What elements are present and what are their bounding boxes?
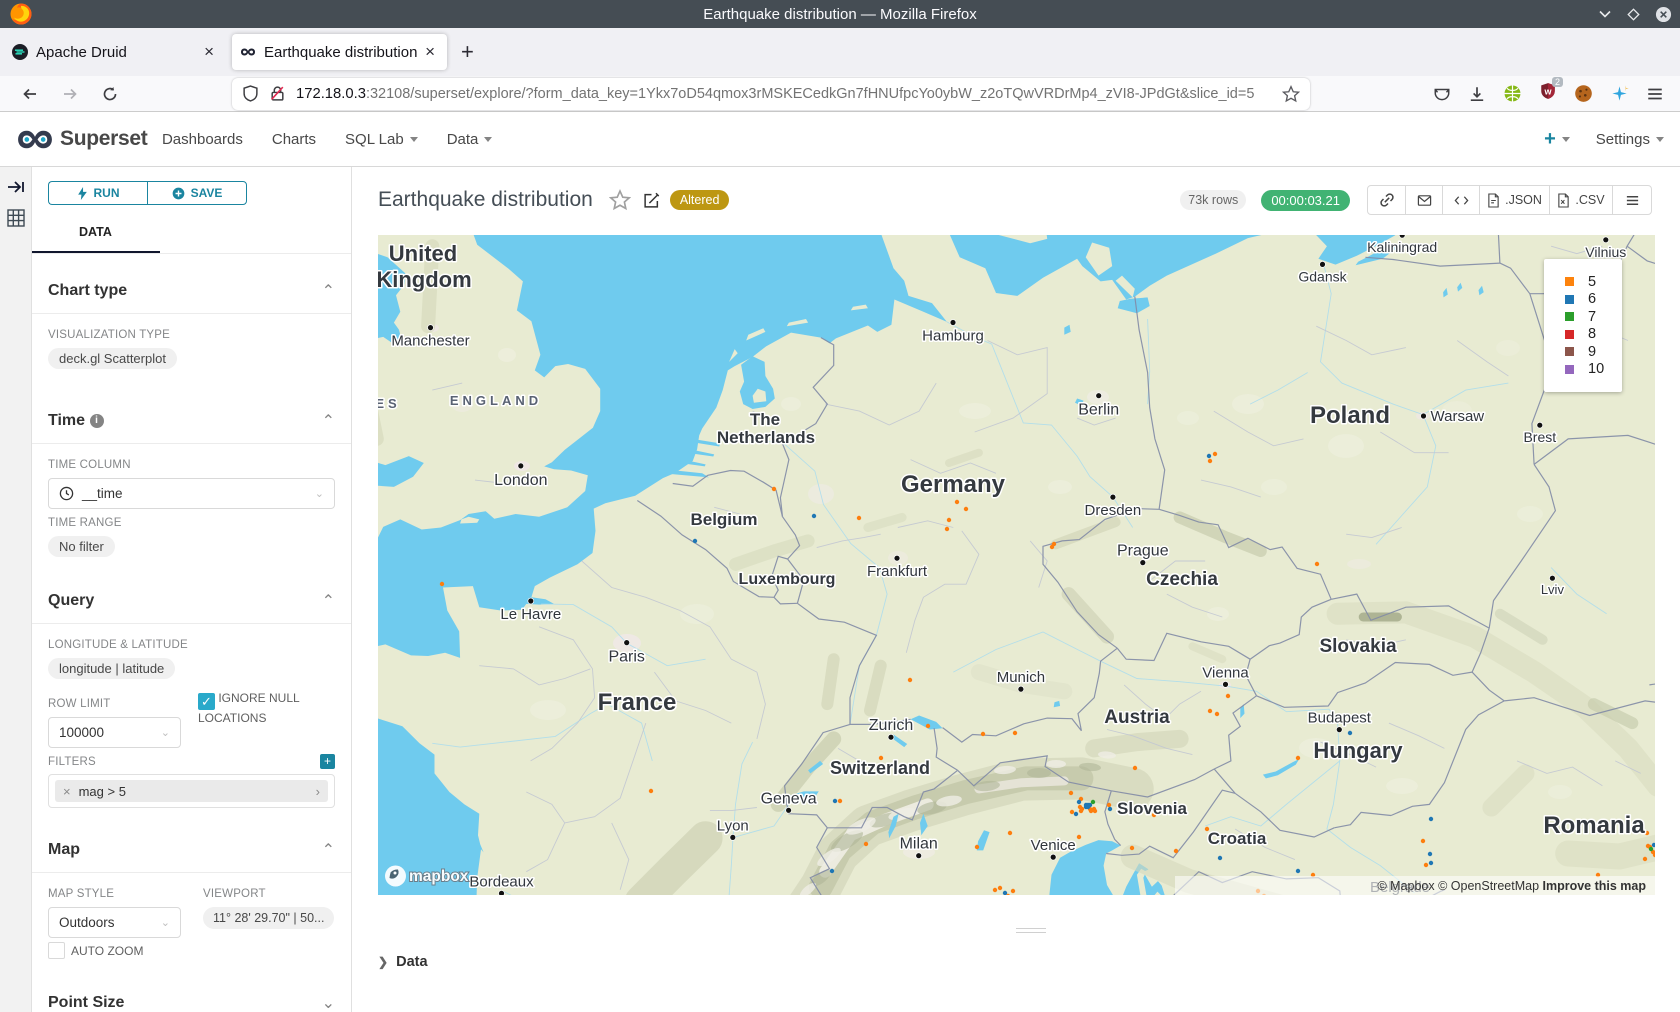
svg-text:Geneva: Geneva <box>761 790 817 807</box>
svg-text:Kaliningrad: Kaliningrad <box>1367 239 1437 255</box>
svg-text:Poland: Poland <box>1310 402 1390 429</box>
svg-text:Le Havre: Le Havre <box>500 606 561 623</box>
svg-text:Hungary: Hungary <box>1313 738 1403 763</box>
svg-text:Paris: Paris <box>608 649 644 666</box>
svg-text:Lviv: Lviv <box>1541 582 1565 597</box>
svg-text:Prague: Prague <box>1117 543 1169 560</box>
svg-text:mapbox: mapbox <box>409 868 469 885</box>
svg-text:Manchester: Manchester <box>391 333 469 350</box>
svg-text:Frankfurt: Frankfurt <box>867 563 928 580</box>
svg-text:Budapest: Budapest <box>1308 710 1372 727</box>
svg-text:Berlin: Berlin <box>1078 402 1119 419</box>
svg-text:Vilnius: Vilnius <box>1585 244 1626 260</box>
svg-text:Dresden: Dresden <box>1085 502 1142 519</box>
svg-text:Romania: Romania <box>1543 812 1645 839</box>
svg-text:Gdansk: Gdansk <box>1298 268 1347 284</box>
svg-text:Venice: Venice <box>1031 837 1076 854</box>
svg-text:Austria: Austria <box>1104 707 1170 728</box>
svg-text:Czechia: Czechia <box>1146 569 1218 590</box>
svg-text:Germany: Germany <box>901 471 1006 498</box>
svg-text:Hamburg: Hamburg <box>922 328 984 345</box>
svg-text:Bordeaux: Bordeaux <box>469 873 534 890</box>
svg-text:Belgium: Belgium <box>690 510 757 529</box>
svg-text:Warsaw: Warsaw <box>1431 408 1485 425</box>
svg-text:Slovakia: Slovakia <box>1319 636 1397 657</box>
svg-text:ES: ES <box>378 396 401 411</box>
svg-text:Munich: Munich <box>997 669 1045 686</box>
svg-text:The: The <box>750 410 780 429</box>
svg-text:United: United <box>389 241 457 266</box>
svg-text:Luxembourg: Luxembourg <box>739 571 836 588</box>
svg-text:Netherlands: Netherlands <box>717 428 815 447</box>
svg-text:Vienna: Vienna <box>1202 664 1249 681</box>
svg-text:ENGLAND: ENGLAND <box>450 393 542 408</box>
svg-text:Milan: Milan <box>900 836 938 853</box>
svg-text:w: w <box>1543 86 1552 96</box>
svg-text:Zurich: Zurich <box>869 717 913 734</box>
svg-text:Switzerland: Switzerland <box>830 758 930 778</box>
svg-text:Brest: Brest <box>1523 429 1556 445</box>
svg-text:France: France <box>598 689 677 716</box>
svg-text:Lyon: Lyon <box>717 817 749 834</box>
svg-text:Croatia: Croatia <box>1208 829 1267 848</box>
svg-text:London: London <box>494 472 547 489</box>
svg-text:© Mapbox © OpenStreetMap Impro: © Mapbox © OpenStreetMap Improve this ma… <box>1377 879 1646 893</box>
svg-text:Slovenia: Slovenia <box>1117 799 1187 818</box>
svg-text:Kingdom: Kingdom <box>378 267 472 292</box>
